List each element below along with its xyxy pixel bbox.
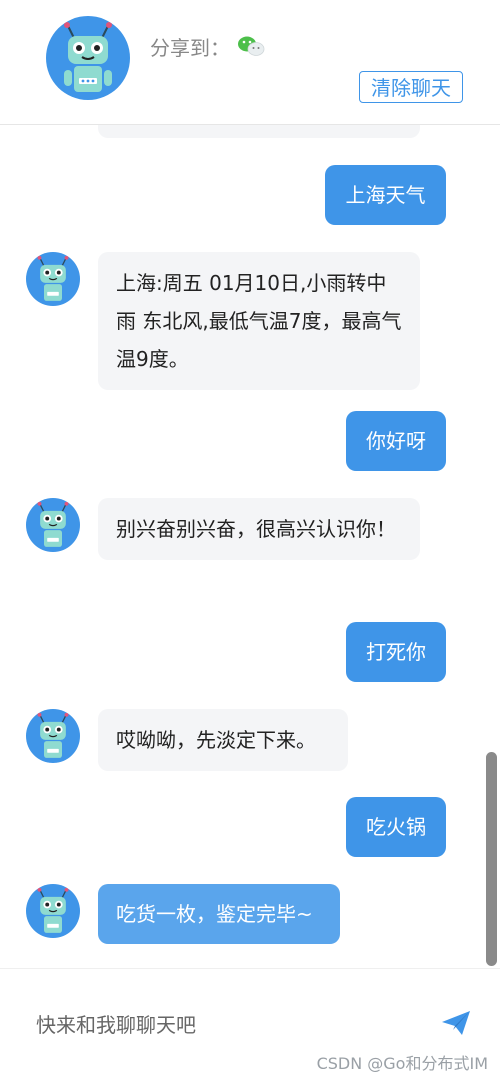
user-message: 你好呀 <box>346 411 446 471</box>
input-bar: CSDN @Go和分布式IM <box>0 968 500 1080</box>
robot-avatar <box>46 16 130 100</box>
user-message: 吃火锅 <box>346 797 446 857</box>
user-message: 上海天气 <box>325 165 446 225</box>
clear-chat-button[interactable]: 清除聊天 <box>359 71 463 103</box>
share-label: 分享到： <box>150 36 230 60</box>
bot-message: 上海:周五 01月10日,小雨转中雨 东北风,最低气温7度，最高气温9度。 <box>98 252 420 390</box>
chat-area[interactable]: 上海天气 上海:周五 01月10日,小雨转中雨 东北风,最低气温7度，最高气温9… <box>0 124 500 968</box>
robot-icon <box>37 255 69 301</box>
bot-avatar <box>26 252 80 306</box>
bot-avatar <box>26 498 80 552</box>
send-icon[interactable] <box>440 1009 472 1037</box>
robot-icon <box>64 22 112 92</box>
chat-scrollbar[interactable] <box>486 752 497 966</box>
chat-header: 分享到： 清除聊天 <box>0 0 500 125</box>
watermark: CSDN @Go和分布式IM <box>316 1054 488 1073</box>
chat-input[interactable] <box>34 1007 428 1043</box>
bot-message: 别兴奋别兴奋，很高兴认识你！ <box>98 498 420 560</box>
robot-icon <box>37 712 69 758</box>
robot-icon <box>37 501 69 547</box>
user-message: 打死你 <box>346 622 446 682</box>
wechat-icon[interactable] <box>237 34 265 58</box>
bot-message-selected: 吃货一枚，鉴定完毕~ <box>98 884 340 944</box>
bot-avatar <box>26 709 80 763</box>
bot-avatar <box>26 884 80 938</box>
bot-message: 哎呦呦，先淡定下来。 <box>98 709 348 771</box>
partial-bot-message <box>98 124 420 138</box>
robot-icon <box>37 887 69 933</box>
